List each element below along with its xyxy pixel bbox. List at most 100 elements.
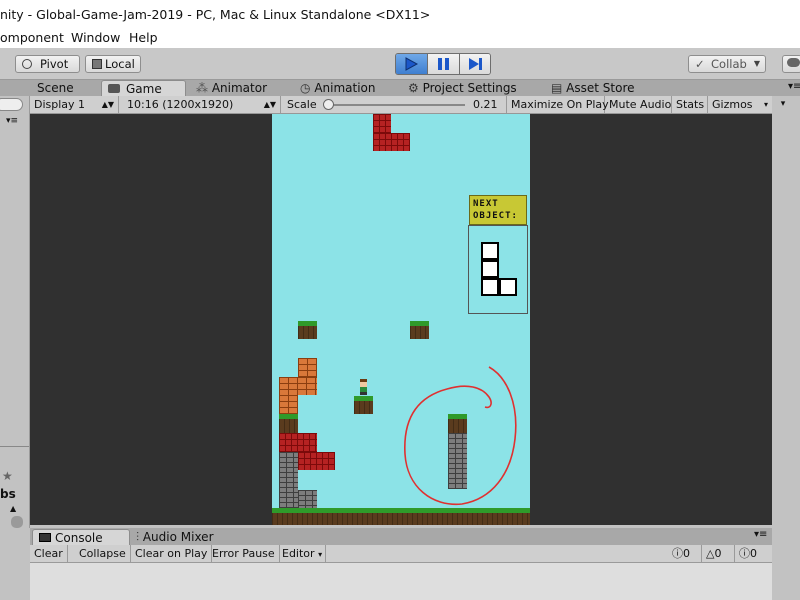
falling-brick-block <box>373 133 410 151</box>
tab-console-label: Console <box>55 531 103 545</box>
cloud-icon <box>787 58 800 67</box>
resolution-dropdown[interactable]: 10:16 (1200x1920) ▲▼ <box>123 96 281 113</box>
mute-audio-toggle[interactable]: Mute Audio <box>605 96 672 113</box>
tab-console[interactable]: Console <box>32 529 130 545</box>
preview-cell <box>481 260 499 278</box>
display-dropdown[interactable]: Display 1 ▲▼ <box>30 96 119 113</box>
preview-cell <box>499 278 517 296</box>
warning-filter-toggle[interactable]: △0 <box>702 545 735 562</box>
scale-label: Scale <box>287 98 317 111</box>
tab-animator[interactable]: ⁂ Animator <box>196 80 267 96</box>
left-search-field[interactable] <box>0 98 23 111</box>
console-log-area[interactable] <box>30 563 772 600</box>
editor-arrow-icon: ▾ <box>318 550 323 559</box>
tab-asset-store[interactable]: ▤ Asset Store <box>551 80 635 96</box>
pause-button[interactable] <box>428 54 460 74</box>
info-icon: ⓘ <box>672 547 683 560</box>
cloud-button[interactable] <box>782 55 800 73</box>
red-brick-block <box>298 452 335 470</box>
tab-game[interactable]: Game <box>101 80 186 96</box>
scroll-up-icon[interactable]: ▲ <box>10 504 16 513</box>
gamepad-icon <box>108 84 120 93</box>
tab-animation-label: Animation <box>314 81 376 95</box>
editor-tab-row: Scene Game ⁂ Animator ◷ Animation ⚙ Proj… <box>0 80 800 96</box>
tab-animation[interactable]: ◷ Animation <box>300 80 376 96</box>
step-button[interactable] <box>460 54 490 74</box>
tab-menu-icon[interactable]: ▾≡ <box>788 81 800 92</box>
next-object-label: NEXT OBJECT: <box>469 195 527 225</box>
tab-scene[interactable]: Scene <box>37 80 74 96</box>
preview-cell <box>481 278 499 296</box>
menu-item-window[interactable]: Window <box>71 30 120 46</box>
game-screen[interactable] <box>272 114 530 525</box>
collab-label: Collab <box>711 57 747 71</box>
mixer-icon: ⫶ <box>136 530 140 544</box>
error-pause-toggle[interactable]: Error Pause <box>208 545 280 562</box>
collab-dropdown[interactable]: ✓ Collab ▼ <box>688 55 766 73</box>
play-button[interactable] <box>396 54 428 74</box>
scale-control: Scale 0.21 <box>283 96 507 113</box>
editor-dropdown[interactable]: Editor ▾ <box>278 545 326 562</box>
clear-on-play-toggle[interactable]: Clear on Play <box>131 545 213 562</box>
tab-project-settings[interactable]: ⚙ Project Settings <box>408 80 517 96</box>
scale-slider-handle[interactable] <box>323 99 334 110</box>
clear-button[interactable]: Clear <box>30 545 68 562</box>
pivot-icon <box>22 59 32 69</box>
right-panel: ▾ <box>772 96 800 528</box>
play-icon <box>405 57 419 71</box>
preview-cell <box>481 242 499 260</box>
gizmos-dropdown[interactable]: Gizmos ▾ <box>708 96 772 113</box>
display-label: Display 1 <box>34 98 86 111</box>
menu-item-help[interactable]: Help <box>129 30 158 46</box>
resolution-arrow-icon: ▲▼ <box>263 100 276 109</box>
gizmos-label: Gizmos <box>712 98 753 111</box>
maximize-on-play-toggle[interactable]: Maximize On Play <box>507 96 609 113</box>
stone-column <box>279 452 298 508</box>
star-icon[interactable]: ★ <box>2 469 13 483</box>
gear-icon: ⚙ <box>408 81 419 95</box>
local-icon <box>92 59 102 69</box>
left-scrollbar[interactable] <box>11 516 23 528</box>
resolution-label: 10:16 (1200x1920) <box>127 98 234 111</box>
clock-icon: ◷ <box>300 81 311 95</box>
tab-game-label: Game <box>126 82 162 96</box>
error-count: 0 <box>750 547 757 560</box>
window-title: nity - Global-Game-Jam-2019 - PC, Mac & … <box>0 0 800 30</box>
gizmos-arrow-icon: ▾ <box>763 100 768 109</box>
grass-platform <box>279 414 298 433</box>
local-toggle[interactable]: Local <box>85 55 141 73</box>
console-tab-row: Console ⫶ Audio Mixer ▾≡ <box>30 528 772 545</box>
menu-bar: omponent Window Help <box>0 30 800 48</box>
next-object-preview <box>468 225 528 314</box>
log-filter-toggle[interactable]: ⓘ0 <box>668 545 702 562</box>
console-tab-menu-icon[interactable]: ▾≡ <box>754 529 767 540</box>
play-controls <box>395 53 491 75</box>
pivot-toggle[interactable]: Pivot <box>15 55 80 73</box>
dropdown-arrow-icon: ▼ <box>753 59 760 68</box>
left-panel: ▾≡ ★ bs ▲ <box>0 96 30 528</box>
game-view-toolbar: Display 1 ▲▼ 10:16 (1200x1920) ▲▼ Scale … <box>30 96 772 114</box>
stone-block <box>298 490 317 508</box>
right-panel-menu-icon[interactable]: ▾ <box>772 98 794 111</box>
tab-audio-mixer[interactable]: ⫶ Audio Mixer <box>136 529 214 545</box>
orange-brick-block <box>279 377 317 395</box>
scale-track <box>325 104 465 106</box>
pause-icon <box>438 58 449 70</box>
left-divider <box>0 446 29 447</box>
local-label: Local <box>105 57 135 71</box>
menu-item-component[interactable]: omponent <box>0 30 64 46</box>
red-brick-block <box>279 433 317 452</box>
grass-platform <box>298 321 317 339</box>
stats-toggle[interactable]: Stats <box>672 96 708 113</box>
tab-project-settings-label: Project Settings <box>422 81 517 95</box>
grass-platform <box>354 396 373 414</box>
collapse-button[interactable]: Collapse <box>75 545 131 562</box>
ground <box>272 508 530 525</box>
annotation-circle <box>404 366 517 506</box>
editor-label: Editor <box>282 547 315 560</box>
error-filter-toggle[interactable]: ⓘ0 <box>735 545 772 562</box>
console-toolbar: Clear Collapse Clear on Play Error Pause… <box>30 545 772 563</box>
orange-brick-block <box>298 358 317 377</box>
error-icon: ⓘ <box>739 547 750 560</box>
left-panel-menu-icon[interactable]: ▾≡ <box>6 116 18 126</box>
